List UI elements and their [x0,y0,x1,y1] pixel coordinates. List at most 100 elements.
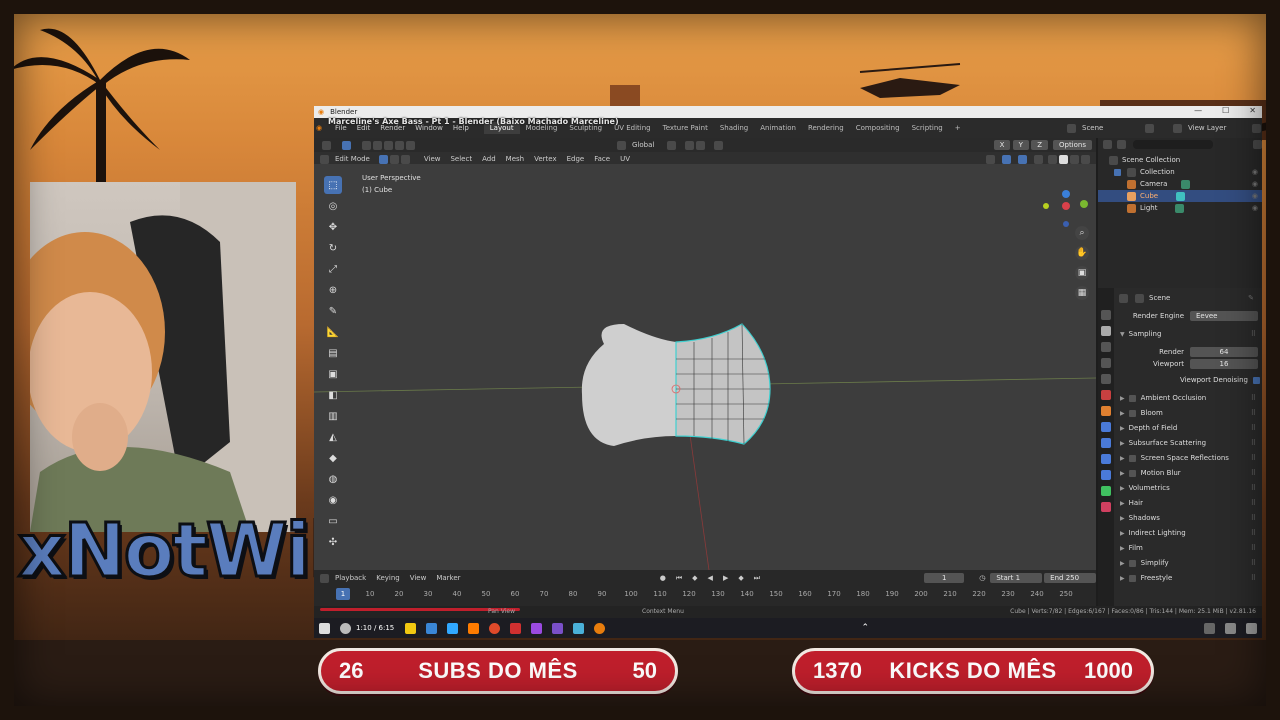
keying-menu[interactable]: Keying [371,574,405,582]
mode-new-icon[interactable] [362,140,371,150]
add-workspace-button[interactable]: + [949,122,967,134]
tool-tab-icon[interactable] [1101,310,1111,320]
viewport-samples-field[interactable]: 16 [1190,359,1258,369]
wireframe-shading-icon[interactable] [1048,154,1057,164]
marker-menu[interactable]: Marker [431,574,465,582]
panel-enable-checkbox[interactable] [1128,559,1136,567]
filter-icon[interactable] [1253,140,1262,149]
transform-orientation[interactable]: Global [627,141,659,149]
minimize-button[interactable]: — [1194,106,1202,115]
display-mode-icon[interactable] [1117,140,1126,149]
menu-mesh[interactable]: Mesh [501,155,529,163]
timeline[interactable]: Playback Keying View Marker ● ⏮ ◆ ◀ ▶ ◆ … [314,570,1096,610]
tab-compositing[interactable]: Compositing [850,122,906,134]
notification-icon[interactable] [1246,622,1257,634]
speaker-icon[interactable] [1225,622,1236,634]
visibility-icon[interactable] [986,154,995,164]
outliner-search-input[interactable] [1133,140,1213,149]
drag-handle-icon[interactable]: ⠿ [1251,514,1256,522]
volume-icon[interactable] [340,622,351,634]
cursor-tool-icon[interactable]: ◎ [324,197,342,215]
pan-hand-icon[interactable]: ✋ [1075,246,1089,260]
zoom-icon[interactable]: ⌕ [1075,226,1089,240]
menu-view[interactable]: View [419,155,446,163]
chevron-up-icon[interactable]: ⌃ [861,623,869,633]
view-layer-tab-icon[interactable] [1101,358,1111,368]
render-samples-field[interactable]: 64 [1190,347,1258,357]
panel-enable-checkbox[interactable] [1128,574,1136,582]
panel-enable-checkbox[interactable] [1128,409,1136,417]
3d-viewport[interactable]: User Perspective (1) Cube ⌕ ✋ ▣ ▦ [314,164,1096,570]
object-data-tab-icon[interactable] [1101,486,1111,496]
physics-tab-icon[interactable] [1101,454,1111,464]
pin-icon[interactable]: ✎ [1248,294,1254,302]
drag-handle-icon[interactable]: ⠿ [1251,424,1256,432]
extrude-tool-icon[interactable]: ▤ [324,344,342,362]
render-engine-dropdown[interactable]: Eevee [1190,311,1258,321]
modifier-tab-icon[interactable] [1101,422,1111,432]
premiere-icon[interactable] [531,622,543,634]
grid-perspective-icon[interactable]: ▦ [1075,286,1089,300]
drag-handle-icon[interactable]: ⠿ [1251,469,1256,477]
panel-header[interactable]: ▶ Depth of Field ⠿ [1120,422,1260,434]
tab-rendering[interactable]: Rendering [802,122,850,134]
snap-target-icon[interactable] [696,140,706,150]
network-icon[interactable] [1204,622,1215,634]
tab-animation[interactable]: Animation [754,122,802,134]
playhead[interactable]: 1 [336,588,350,600]
panel-header[interactable]: ▶ Indirect Lighting ⠿ [1120,527,1260,539]
menu-select[interactable]: Select [445,155,477,163]
render-tab-icon[interactable] [1101,326,1111,336]
panel-enable-checkbox[interactable] [1128,469,1136,477]
record-icon[interactable]: ● [655,574,671,582]
mirror-z-toggle[interactable]: Z [1031,140,1048,150]
xray-icon[interactable] [1034,154,1043,164]
properties-editor-icon[interactable] [1119,293,1128,303]
eye-icon[interactable]: ◉ [1252,192,1258,200]
view-layer-selector[interactable]: View Layer [1183,124,1251,132]
drag-handle-icon[interactable]: ⠿ [1251,394,1256,402]
mode-subtract-icon[interactable] [384,140,393,150]
mode-intersect-icon[interactable] [406,140,415,150]
visual-studio-icon[interactable] [552,622,564,634]
blender-window[interactable]: ◉ Blender — ☐ ✕ ◉ File Edit Render Windo… [314,106,1262,638]
drag-handle-icon[interactable]: ⠿ [1251,439,1256,447]
spin-tool-icon[interactable]: ◍ [324,470,342,488]
outliner-scene-collection[interactable]: Scene Collection [1098,154,1262,166]
snap-icon[interactable] [685,140,695,150]
select-box-icon[interactable] [342,140,351,150]
timeline-view-menu[interactable]: View [405,574,432,582]
mirror-x-toggle[interactable]: X [993,140,1011,150]
pause-icon[interactable] [319,622,330,634]
drag-handle-icon[interactable]: ⠿ [1251,454,1256,462]
edge-slide-tool-icon[interactable]: ▭ [324,512,342,530]
playback-menu[interactable]: Playback [330,574,371,582]
panel-header[interactable]: ▶ Film ⠿ [1120,542,1260,554]
drag-handle-icon[interactable]: ⠿ [1251,330,1256,338]
properties-editor[interactable]: Scene ✎ Render Engine Eevee ▼ Sampling ⠿… [1098,288,1262,606]
transform-tool-icon[interactable]: ⊕ [324,281,342,299]
photoshop-icon[interactable] [447,622,459,634]
constraints-tab-icon[interactable] [1101,470,1111,480]
panel-header[interactable]: ▶ Freestyle ⠿ [1120,572,1260,584]
drag-handle-icon[interactable]: ⠿ [1251,529,1256,537]
play-reverse-icon[interactable]: ◀ [703,574,718,582]
mode-invert-icon[interactable] [395,140,404,150]
prev-key-icon[interactable]: ◆ [687,574,702,582]
close-button[interactable]: ✕ [1249,106,1256,115]
object-tab-icon[interactable] [1101,406,1111,416]
next-key-icon[interactable]: ◆ [733,574,748,582]
app-icon-blue[interactable] [573,622,585,634]
panel-header[interactable]: ▶ Bloom ⠿ [1120,407,1260,419]
menu-uv[interactable]: UV [615,155,635,163]
mirror-y-toggle[interactable]: Y [1012,140,1029,150]
drag-handle-icon[interactable]: ⠿ [1251,499,1256,507]
jump-end-icon[interactable]: ⏭ [749,574,765,583]
move-tool-icon[interactable]: ✥ [324,218,342,236]
rendered-shading-icon[interactable] [1081,154,1090,164]
measure-tool-icon[interactable]: 📐 [324,323,342,341]
proportional-edit-icon[interactable] [714,140,724,150]
drag-handle-icon[interactable]: ⠿ [1251,484,1256,492]
annotate-tool-icon[interactable]: ✎ [324,302,342,320]
new-view-layer-icon[interactable] [1252,123,1261,133]
